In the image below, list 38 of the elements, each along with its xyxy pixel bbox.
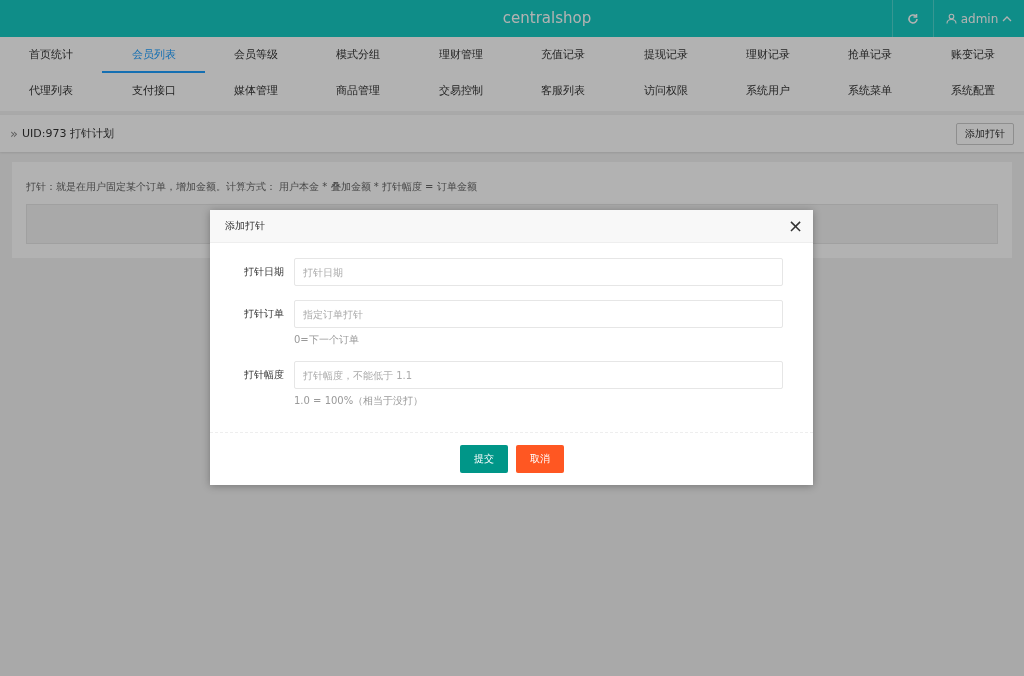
field-label: 打针订单 [243, 307, 285, 321]
nav-tab[interactable]: 媒体管理 [204, 73, 308, 109]
close-button[interactable]: × [787, 217, 803, 235]
dialog-title: 添加打针 [225, 219, 265, 233]
nav-tab[interactable]: 商品管理 [307, 73, 410, 109]
nav-tab[interactable]: 支付接口 [102, 73, 205, 109]
nav-tab[interactable]: 账变记录 [921, 37, 1024, 73]
field-label: 打针幅度 [243, 368, 285, 382]
nav-tab[interactable]: 提现记录 [614, 37, 717, 73]
description-text: 打针：就是在用户固定某个订单，增加金额。计算方式： 用户本金 * 叠加金额 * 打针幅度 = 订单金额 [26, 180, 478, 194]
app-title: centralshop [501, 8, 593, 29]
nav-tab[interactable]: 交易控制 [409, 73, 512, 109]
add-button[interactable]: 添加打针 [956, 122, 1014, 145]
nav-tab[interactable]: 系统用户 [716, 73, 820, 109]
page-title: UID:973 打针计划 [21, 126, 115, 141]
field-label: 打针日期 [243, 265, 285, 279]
nav-tab[interactable]: 充值记录 [512, 37, 615, 73]
nav-tab[interactable]: 客服列表 [512, 73, 615, 109]
nav-tab[interactable]: 首页统计 [0, 37, 103, 73]
nav-tab[interactable]: 会员等级 [204, 37, 308, 73]
nav-tab[interactable]: 抢单记录 [819, 37, 922, 73]
caret-icon [1002, 15, 1013, 22]
user-icon [945, 13, 957, 24]
input-field[interactable]: 指定订单打针 [294, 300, 783, 328]
nav-tab[interactable]: 模式分组 [307, 37, 410, 73]
hint-text: 1.0 = 100%（相当于没打） [294, 394, 425, 408]
username: admin [960, 11, 999, 26]
input-field[interactable]: 打针幅度，不能低于 1.1 [294, 361, 783, 389]
refresh-icon [907, 12, 919, 25]
nav-tab[interactable]: 系统菜单 [819, 73, 922, 109]
input-field[interactable]: 打针日期 [294, 258, 783, 286]
nav-tab[interactable]: 访问权限 [614, 73, 717, 109]
nav-tab[interactable]: 理财管理 [409, 37, 512, 73]
submit-button[interactable]: 提交 [459, 445, 508, 473]
nav-tab[interactable]: 系统配置 [921, 73, 1024, 109]
nav-tab[interactable]: 理财记录 [716, 37, 820, 73]
breadcrumb-separator: » [10, 126, 18, 141]
nav-tab[interactable]: 代理列表 [0, 73, 103, 109]
